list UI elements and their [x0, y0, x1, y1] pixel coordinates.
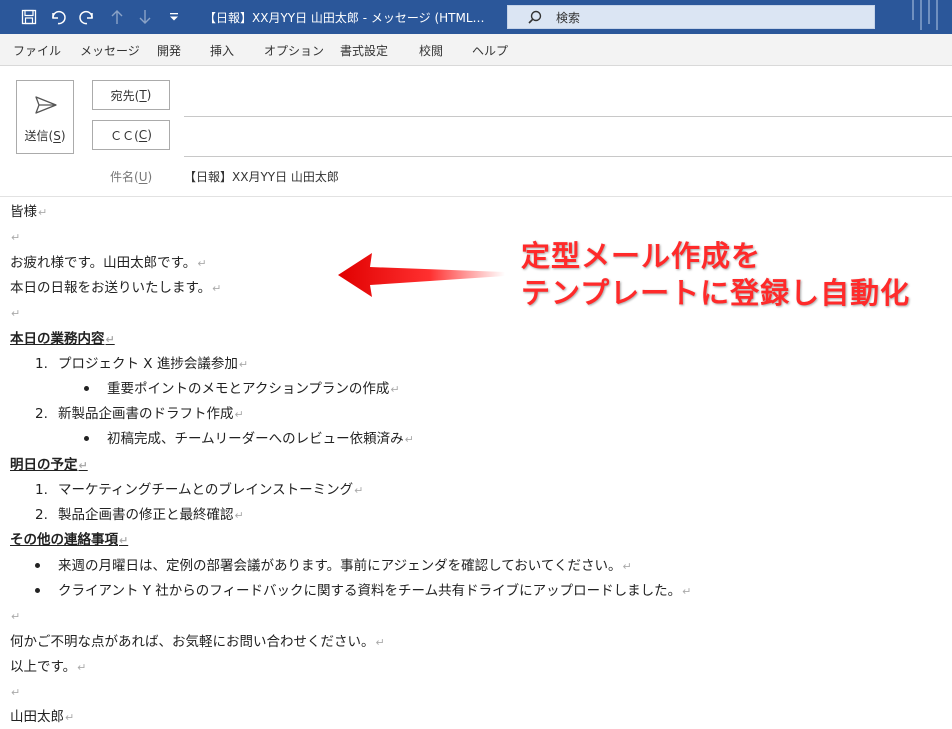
search-box[interactable]: 検索 — [507, 5, 875, 29]
title-decoration — [928, 0, 930, 24]
body-blank-line: ↵ — [11, 610, 21, 623]
bullet-icon — [35, 588, 40, 593]
send-icon — [34, 95, 58, 119]
to-button[interactable]: 宛先(T) — [92, 80, 170, 110]
menu-format[interactable]: 書式設定 — [340, 42, 388, 59]
arrow-up-icon[interactable] — [107, 0, 127, 34]
send-button[interactable]: 送信(S) — [16, 80, 74, 154]
menu-file[interactable]: ファイル — [13, 42, 61, 59]
body-signature: 山田太郎↵ — [10, 709, 75, 725]
annotation-line-2: テンプレートに登録し自動化 — [521, 276, 911, 310]
body-blank-line: ↵ — [11, 307, 21, 320]
cc-button[interactable]: ＣＣ(C) — [92, 120, 170, 150]
bullet-icon — [35, 563, 40, 568]
list-number: 1. — [35, 356, 48, 372]
redo-icon[interactable] — [76, 0, 98, 34]
menu-review[interactable]: 校閲 — [419, 42, 443, 59]
menu-insert[interactable]: 挿入 — [210, 42, 234, 59]
menu-message[interactable]: メッセージ — [80, 42, 140, 59]
title-bar: 【日報】XX月YY日 山田太郎 - メッセージ (HTML… 検索 — [0, 0, 952, 34]
title-decoration — [920, 0, 922, 30]
menu-bar: ファイル メッセージ 開発 挿入 オプション 書式設定 校閲 ヘルプ — [0, 34, 952, 66]
section-heading: その他の連絡事項↵ — [10, 532, 129, 548]
body-blank-line: ↵ — [11, 686, 21, 699]
subject-field[interactable]: 【日報】XX月YY日 山田太郎 — [184, 168, 339, 185]
bullet-icon — [84, 386, 89, 391]
list-item: 新製品企画書のドラフト作成↵ — [58, 406, 244, 422]
subject-label: 件名(U) — [110, 170, 153, 184]
list-subitem: 初稿完成、チームリーダーへのレビュー依頼済み↵ — [107, 431, 414, 447]
list-item: 来週の月曜日は、定例の部署会議があります。事前にアジェンダを確認しておいてくださ… — [58, 558, 632, 574]
body-blank-line: ↵ — [11, 231, 21, 244]
list-subitem: 重要ポイントのメモとアクションプランの作成↵ — [107, 381, 400, 397]
arrow-down-icon[interactable] — [135, 0, 155, 34]
annotation-arrow-icon — [338, 253, 505, 297]
list-item: 製品企画書の修正と最終確認↵ — [58, 507, 244, 523]
send-label: 送信(S) — [24, 129, 66, 143]
window-title: 【日報】XX月YY日 山田太郎 - メッセージ (HTML… — [204, 11, 485, 25]
body-line: 本日の日報をお送りいたします。↵ — [10, 280, 222, 296]
menu-help[interactable]: ヘルプ — [472, 42, 508, 59]
search-icon — [528, 10, 542, 24]
bullet-icon — [84, 436, 89, 441]
list-item: プロジェクト X 進捗会議参加↵ — [58, 356, 249, 372]
cc-field[interactable] — [184, 156, 952, 157]
list-item: マーケティングチームとのブレインストーミング↵ — [58, 482, 364, 498]
menu-options[interactable]: オプション — [264, 42, 324, 59]
list-item: クライアント Y 社からのフィードバックに関する資料をチーム共有ドライブにアップ… — [58, 583, 692, 599]
body-line: 以上です。↵ — [10, 659, 87, 675]
title-decoration — [936, 0, 938, 30]
customize-toolbar-icon[interactable] — [165, 0, 183, 34]
search-label: 検索 — [556, 10, 581, 25]
save-icon[interactable] — [18, 0, 40, 34]
menu-developer[interactable]: 開発 — [157, 42, 181, 59]
section-heading: 明日の予定↵ — [10, 457, 88, 473]
body-line: お疲れ様です。山田太郎です。↵ — [10, 255, 207, 271]
undo-icon[interactable] — [47, 0, 69, 34]
body-greeting: 皆様↵ — [10, 204, 48, 220]
list-number: 2. — [35, 507, 48, 523]
to-field[interactable] — [184, 116, 952, 117]
body-line: 何かご不明な点があれば、お気軽にお問い合わせください。↵ — [10, 634, 385, 650]
title-decoration — [912, 0, 914, 20]
body-divider — [0, 196, 952, 197]
annotation-line-1: 定型メール作成を — [521, 239, 762, 273]
list-number: 1. — [35, 482, 48, 498]
section-heading: 本日の業務内容↵ — [10, 331, 115, 347]
list-number: 2. — [35, 406, 48, 422]
